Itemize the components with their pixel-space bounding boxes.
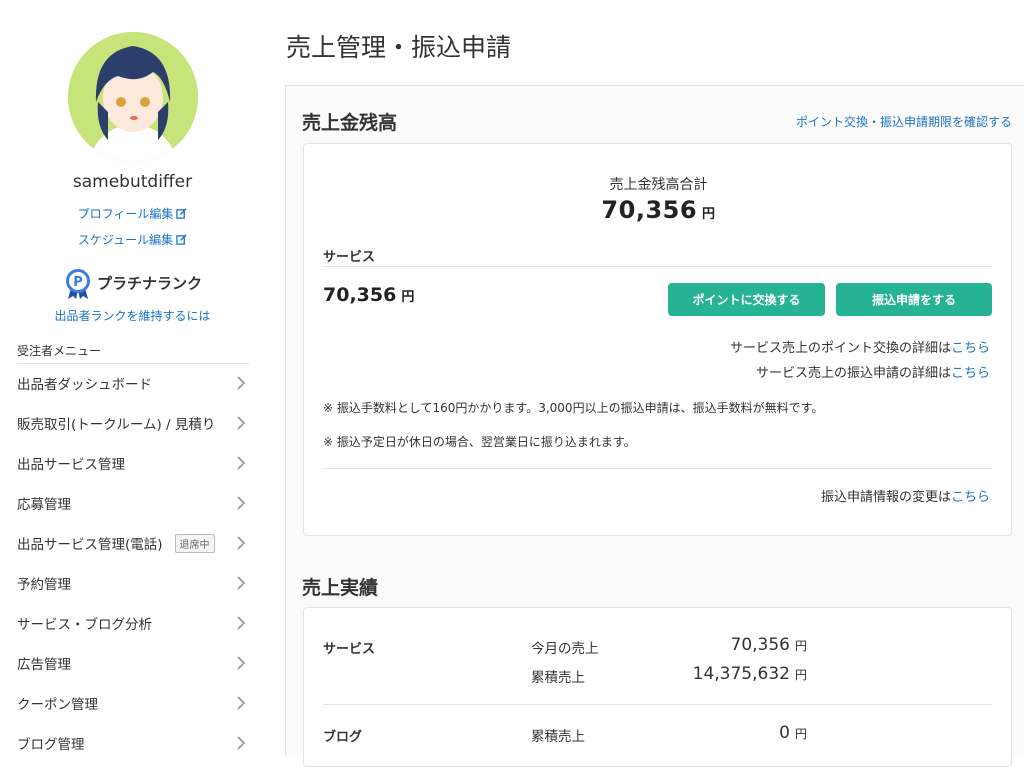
detail-text: サービス売上の振込申請の詳細は (755, 366, 951, 381)
chevron-right-icon (237, 576, 246, 590)
holiday-note: ※ 振込予定日が休日の場合、翌営業日に振り込まれます。 (323, 435, 636, 449)
divider (323, 266, 992, 267)
chevron-right-icon (237, 416, 246, 430)
chevron-right-icon (237, 376, 246, 390)
chevron-right-icon (237, 496, 246, 510)
sidebar-item-label: 広告管理 (17, 657, 71, 673)
menu-heading: 受注者メニュー (17, 342, 249, 364)
divider (323, 704, 992, 705)
page-title: 売上管理・振込申請 (286, 33, 512, 62)
service-balance-amount: 70,356 (323, 284, 397, 306)
sidebar-item-label: ブログ管理 (17, 737, 85, 753)
change-info: 振込申請情報の変更はこちら (821, 486, 990, 505)
avatar[interactable] (68, 32, 198, 162)
status-badge: 退席中 (174, 533, 215, 553)
blog-cumulative-value: 0円 (779, 723, 807, 743)
sidebar: samebutdiffer プロフィール編集 スケジュール編集 P プラチナラン… (0, 0, 265, 757)
rank-badge: P プラチナランク (0, 268, 265, 300)
yen-unit: 円 (794, 639, 807, 653)
yen-unit: 円 (794, 727, 807, 741)
sidebar-item-blog[interactable]: ブログ管理 (0, 723, 265, 763)
monthly-sales-label: 今月の売上 (531, 641, 599, 657)
yen-unit: 円 (702, 207, 716, 222)
sidebar-item-label: 販売取引(トークルーム) / 見積り (17, 417, 216, 433)
change-info-link[interactable]: こちら (951, 490, 990, 505)
sidebar-item-label: 出品サービス管理(電話) (17, 537, 163, 553)
sidebar-item-coupons[interactable]: クーポン管理 (0, 683, 265, 723)
blog-cumulative-amount: 0 (779, 723, 790, 743)
schedule-edit-label: スケジュール編集 (77, 233, 174, 247)
check-deadline-link[interactable]: ポイント交換・振込申請期限を確認する (796, 113, 1012, 130)
exchange-points-button[interactable]: ポイントに交換する (668, 283, 825, 316)
platinum-rank-icon: P (65, 269, 90, 299)
sidebar-item-dashboard[interactable]: 出品者ダッシュボード (0, 363, 265, 403)
schedule-edit-link[interactable]: スケジュール編集 (0, 231, 265, 248)
profile-edit-link[interactable]: プロフィール編集 (0, 205, 265, 222)
results-card: サービス 今月の売上 70,356 円 累積売上 14,375,632 円 ブログ … (303, 607, 1012, 767)
sidebar-item-ads[interactable]: 広告管理 (0, 643, 265, 683)
detail-text: サービス売上のポイント交換の詳細は (729, 341, 951, 356)
monthly-sales-amount: 70,356 (730, 635, 790, 655)
chevron-right-icon (237, 736, 246, 750)
point-exchange-detail-link[interactable]: こちら (951, 341, 990, 356)
sidebar-item-analytics[interactable]: サービス・ブログ分析 (0, 603, 265, 643)
sidebar-item-label: 予約管理 (17, 577, 71, 593)
rank-maintain-link[interactable]: 出品者ランクを維持するには (0, 307, 265, 324)
total-balance-amount: 70,356 (601, 196, 698, 224)
results-category-blog: ブログ (323, 730, 363, 745)
balance-card: 売上金残高合計 70,356 円 サービス 70,356 円 ポイントに交換する 振… (303, 143, 1012, 536)
profile-edit-label: プロフィール編集 (77, 207, 174, 221)
blog-cumulative-label: 累積売上 (531, 729, 585, 745)
chevron-right-icon (237, 656, 246, 670)
external-edit-icon (176, 208, 187, 222)
sidebar-item-reservations[interactable]: 予約管理 (0, 563, 265, 603)
fee-note: ※ 振込手数料として160円かかります。3,000円以上の振込申請は、振込手数料… (323, 401, 824, 415)
service-balance-value: 70,356 円 (323, 284, 414, 306)
sidebar-item-phone-service[interactable]: 出品サービス管理(電話) 退席中 (0, 523, 265, 563)
rank-name: プラチナランク (96, 274, 202, 293)
monthly-sales-value: 70,356 円 (731, 635, 808, 655)
change-info-text: 振込申請情報の変更は (820, 490, 951, 505)
yen-unit: 円 (401, 290, 415, 305)
sidebar-item-label: サービス・ブログ分析 (17, 617, 152, 633)
transfer-detail: サービス売上の振込申請の詳細はこちら (756, 362, 990, 381)
chevron-right-icon (237, 616, 246, 630)
sidebar-item-label: 出品者ダッシュボード (17, 377, 152, 393)
sidebar-item-label: クーポン管理 (17, 697, 98, 713)
yen-unit: 円 (794, 668, 807, 682)
external-edit-icon (176, 234, 187, 248)
sidebar-item-label: 応募管理 (17, 497, 71, 513)
results-category-service: サービス (323, 642, 376, 657)
sidebar-item-sales-transactions[interactable]: 販売取引(トークルーム) / 見積り (0, 403, 265, 443)
cumulative-sales-amount: 14,375,632 (692, 664, 790, 684)
sidebar-item-label: 出品サービス管理 (17, 457, 125, 473)
cumulative-sales-value: 14,375,632 円 (693, 664, 807, 684)
transfer-request-button[interactable]: 振込申請をする (836, 283, 992, 316)
cumulative-sales-label: 累積売上 (531, 670, 585, 686)
total-balance-label: 売上金残高合計 (609, 177, 708, 193)
balance-section-title: 売上金残高 (302, 112, 398, 134)
point-exchange-detail: サービス売上のポイント交換の詳細はこちら (730, 337, 990, 356)
transfer-detail-link[interactable]: こちら (951, 366, 990, 381)
svg-text:P: P (73, 275, 83, 290)
sidebar-menu: 出品者ダッシュボード 販売取引(トークルーム) / 見積り 出品サービス管理 応… (0, 363, 265, 763)
divider (323, 468, 992, 469)
avatar-image (68, 32, 198, 162)
username: samebutdiffer (72, 172, 193, 192)
chevron-right-icon (237, 536, 246, 550)
sidebar-item-service-management[interactable]: 出品サービス管理 (0, 443, 265, 483)
chevron-right-icon (237, 696, 246, 710)
service-label: サービス (323, 250, 376, 265)
chevron-right-icon (237, 456, 246, 470)
results-section-title: 売上実績 (302, 577, 379, 599)
sidebar-item-applications[interactable]: 応募管理 (0, 483, 265, 523)
total-balance-value: 70,356 円 (304, 196, 1013, 224)
